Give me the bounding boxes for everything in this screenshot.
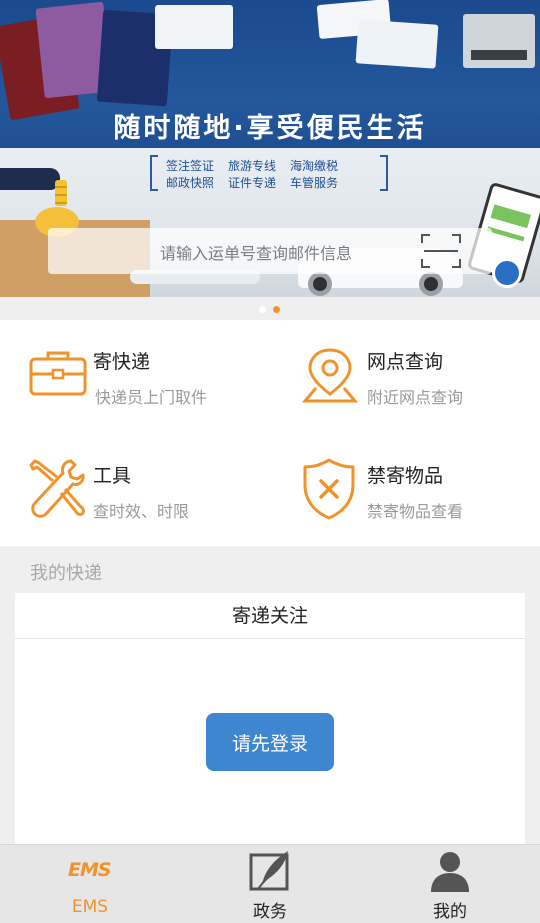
tab-label: EMS <box>71 897 109 917</box>
service-send-express[interactable]: 寄快递 快递员上门取件 <box>0 320 270 433</box>
bracket-right <box>380 155 388 191</box>
service-title: 工具 <box>93 465 132 487</box>
wrench-icon <box>29 459 85 518</box>
service-tools[interactable]: 工具 查时效、时限 <box>0 433 270 546</box>
banner-service-item: 海淘缴税 <box>290 159 339 173</box>
service-subtitle: 附近网点查询 <box>367 388 464 407</box>
banner-service-item: 证件专递 <box>228 176 277 190</box>
tracking-search-bar[interactable]: 请输入运单号查询邮件信息 <box>48 228 492 274</box>
printer-illustration <box>463 14 535 68</box>
map-pin-illustration <box>492 258 522 288</box>
banner-services-row-2: 邮政快照 证件专递 车管服务 <box>166 174 338 191</box>
promo-banner[interactable]: 随时随地·享受便民生活 签注签证 旅游专线 海淘缴税 邮政快照 证件专递 车管服… <box>0 0 540 297</box>
bottom-tab-bar: EMS EMS 政务 我的 <box>0 844 540 923</box>
bracket-left <box>150 155 158 191</box>
briefcase-icon <box>29 351 87 396</box>
user-icon <box>431 852 469 892</box>
banner-headline: 随时随地·享受便民生活 <box>113 113 427 144</box>
banner-service-item: 邮政快照 <box>166 176 215 190</box>
car-wheel <box>308 272 332 296</box>
service-prohibited-items[interactable]: 禁寄物品 禁寄物品查看 <box>270 433 540 546</box>
banner-service-item: 签注签证 <box>166 159 215 173</box>
service-title: 寄快递 <box>93 351 151 373</box>
ems-logo-icon: EMS <box>68 859 112 881</box>
carousel-dot[interactable] <box>259 306 266 313</box>
service-title: 网点查询 <box>367 351 444 373</box>
banner-service-item: 旅游专线 <box>228 159 277 173</box>
section-label: 我的快递 <box>30 563 102 584</box>
tab-label: 政务 <box>253 902 287 922</box>
service-subtitle: 快递员上门取件 <box>95 388 208 407</box>
shield-x-icon <box>303 458 355 520</box>
scan-icon[interactable] <box>421 234 461 268</box>
id-card-illustration <box>155 5 233 49</box>
service-subtitle: 禁寄物品查看 <box>367 502 464 521</box>
location-pin-icon <box>302 348 358 403</box>
banner-services: 签注签证 旅游专线 海淘缴税 邮政快照 证件专递 车管服务 <box>150 155 388 191</box>
service-outlet-query[interactable]: 网点查询 附近网点查询 <box>270 320 540 433</box>
carousel-indicator <box>0 297 540 320</box>
car-wheel <box>419 272 443 296</box>
hand-illustration <box>0 168 60 190</box>
tab-mine[interactable]: 我的 <box>360 845 540 923</box>
id-card-illustration <box>355 19 439 69</box>
banner-services-row-1: 签注签证 旅游专线 海淘缴税 <box>166 157 338 174</box>
login-button[interactable]: 请先登录 <box>206 713 334 771</box>
tab-label: 我的 <box>433 902 467 922</box>
banner-service-item: 车管服务 <box>290 176 339 190</box>
service-grid: 寄快递 快递员上门取件 网点查询 附近网点查询 工具 查时效、时限 禁寄物品 禁… <box>0 320 540 546</box>
search-placeholder[interactable]: 请输入运单号查询邮件信息 <box>160 240 352 264</box>
coins-illustration <box>55 180 67 206</box>
quill-icon <box>249 851 289 891</box>
service-subtitle: 查时效、时限 <box>93 502 190 521</box>
tab-government[interactable]: 政务 <box>180 845 360 923</box>
tracking-panel: 寄递关注 请先登录 <box>15 593 525 845</box>
carousel-dot-active[interactable] <box>273 306 280 313</box>
tab-ems[interactable]: EMS EMS <box>0 845 180 923</box>
panel-title: 寄递关注 <box>15 593 525 639</box>
service-title: 禁寄物品 <box>367 465 444 487</box>
